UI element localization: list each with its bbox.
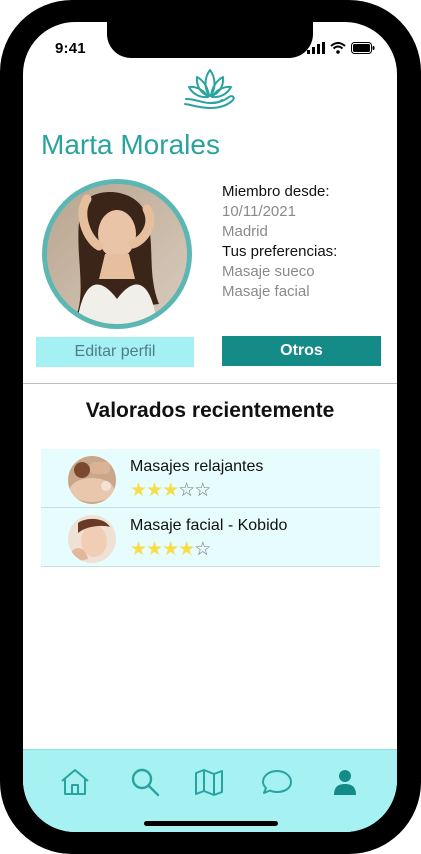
member-since-date: 10/11/2021: [222, 203, 296, 220]
phone-frame: 9:41 Marta Morales Miembro desde: 10/11/…: [0, 0, 421, 854]
tab-bar: [23, 749, 397, 832]
edit-profile-button[interactable]: Editar perfil: [36, 337, 194, 367]
item-title: Masajes relajantes: [130, 458, 264, 475]
lotus-hand-logo-icon: [184, 69, 235, 109]
star-filled-icon: ★: [178, 539, 195, 560]
wifi-icon: [330, 42, 346, 54]
star-filled-icon: ★: [130, 539, 147, 560]
signal-icon: [307, 42, 325, 54]
star-filled-icon: ★: [146, 480, 163, 501]
home-indicator: [144, 821, 278, 826]
star-filled-icon: ★: [162, 480, 179, 501]
section-title: Valorados recientemente: [85, 399, 335, 422]
others-button[interactable]: Otros: [222, 336, 381, 366]
divider: [23, 383, 397, 384]
home-icon[interactable]: [59, 766, 91, 798]
list-item[interactable]: Masajes relajantes ★★★☆☆: [41, 449, 380, 508]
screen: 9:41 Marta Morales Miembro desde: 10/11/…: [23, 22, 397, 832]
star-filled-icon: ★: [162, 539, 179, 560]
massage-thumbnail: [68, 456, 116, 504]
avatar-photo: [47, 184, 187, 324]
profile-name: Marta Morales: [41, 129, 220, 160]
profile-icon[interactable]: [329, 766, 361, 798]
list-item[interactable]: Masaje facial - Kobido ★★★★☆: [41, 508, 380, 567]
star-empty-icon: ☆: [178, 480, 195, 501]
map-icon[interactable]: [193, 766, 225, 798]
rating-stars: ★★★☆☆: [130, 480, 211, 501]
preferences-label: Tus preferencias:: [222, 243, 338, 260]
preference-item: Masaje facial: [222, 283, 310, 300]
status-icons: [307, 42, 375, 54]
recent-list: Masajes relajantes ★★★☆☆ Masaje facial -…: [41, 449, 380, 567]
facial-thumbnail: [68, 515, 116, 563]
battery-icon: [351, 42, 375, 54]
star-empty-icon: ☆: [194, 480, 211, 501]
chat-icon[interactable]: [261, 766, 293, 798]
preference-item: Masaje sueco: [222, 263, 315, 280]
city: Madrid: [222, 223, 268, 240]
avatar: [42, 179, 192, 329]
rating-stars: ★★★★☆: [130, 539, 211, 560]
search-icon[interactable]: [129, 766, 161, 798]
profile-info: Miembro desde: 10/11/2021 Madrid Tus pre…: [222, 182, 337, 302]
star-filled-icon: ★: [130, 480, 147, 501]
member-since-label: Miembro desde:: [222, 183, 330, 200]
status-time: 9:41: [55, 40, 86, 57]
notch: [107, 22, 313, 58]
star-filled-icon: ★: [146, 539, 163, 560]
item-title: Masaje facial - Kobido: [130, 517, 288, 534]
star-empty-icon: ☆: [194, 539, 211, 560]
